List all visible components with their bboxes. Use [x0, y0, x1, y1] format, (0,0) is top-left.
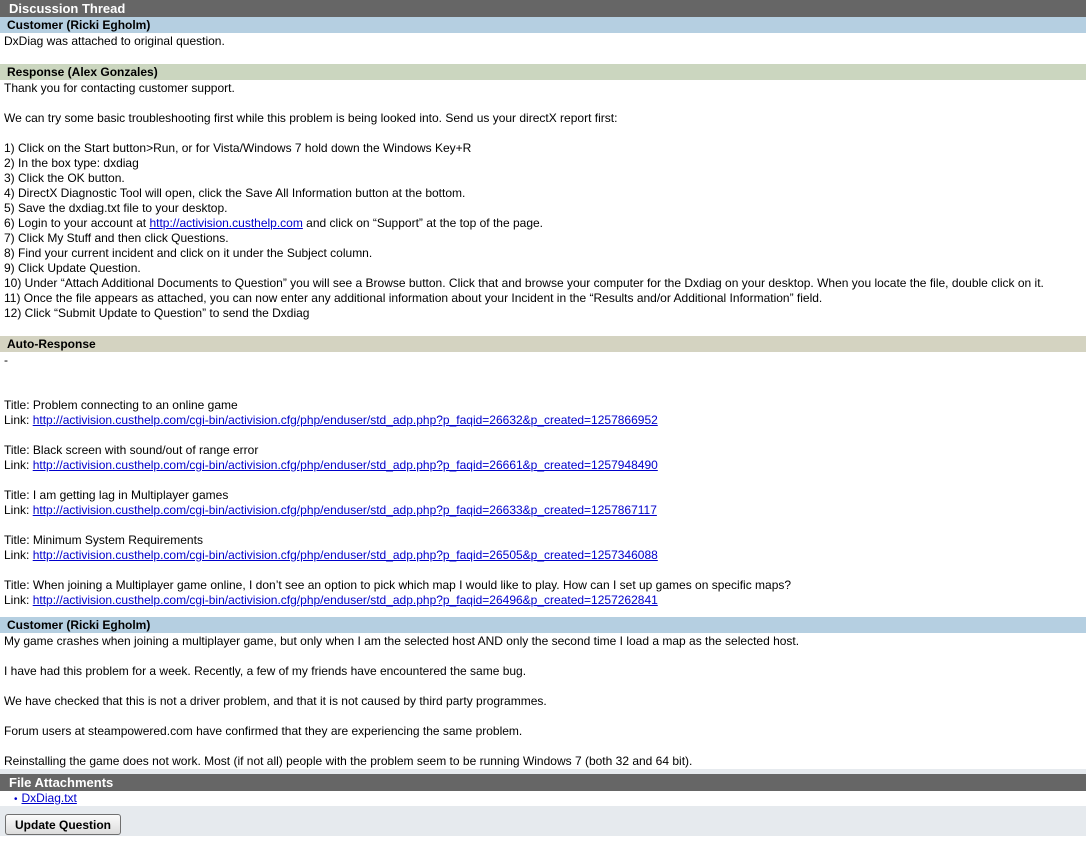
message-line: My game crashes when joining a multiplay…: [4, 634, 800, 648]
step-line: 3) Click the OK button.: [4, 171, 125, 185]
message-line: We can try some basic troubleshooting fi…: [4, 111, 618, 125]
step-line: 11) Once the file appears as attached, y…: [4, 291, 823, 305]
custhelp-link[interactable]: http://activision.custhelp.com: [149, 216, 302, 230]
step-text: and click on “Support” at the top of the…: [302, 216, 543, 230]
link-prefix: Link:: [4, 503, 33, 517]
step-line: 1) Click on the Start button>Run, or for…: [4, 141, 472, 155]
faq-link-line: Link: http://activision.custhelp.com/cgi…: [4, 413, 1082, 428]
link-prefix: Link:: [4, 413, 33, 427]
faq-title: Title: Problem connecting to an online g…: [4, 398, 238, 412]
faq-title: Title: Black screen with sound/out of ra…: [4, 443, 259, 457]
step-line: 8) Find your current incident and click …: [4, 246, 373, 260]
faq-link-line: Link: http://activision.custhelp.com/cgi…: [4, 458, 1082, 473]
footer-bar: Update Question: [0, 806, 1086, 836]
step-line: 4) DirectX Diagnostic Tool will open, cl…: [4, 186, 466, 200]
message-line: Thank you for contacting customer suppor…: [4, 81, 235, 95]
thread-entry-header: Customer (Ricki Egholm): [0, 617, 1086, 633]
thread-entry-header: Customer (Ricki Egholm): [0, 17, 1086, 33]
thread-entry-header: Auto-Response: [0, 336, 1086, 352]
thread-entry-body: - Title: Problem connecting to an online…: [0, 352, 1086, 617]
discussion-thread-header: Discussion Thread: [0, 0, 1086, 17]
file-attachments-header: File Attachments: [0, 774, 1086, 791]
link-prefix: Link:: [4, 548, 33, 562]
message-line: Forum users at steampowered.com have con…: [4, 724, 523, 738]
attachment-link[interactable]: DxDiag.txt: [22, 791, 77, 805]
step-line: 10) Under “Attach Additional Documents t…: [4, 276, 1044, 290]
attachment-item: • DxDiag.txt: [0, 791, 1086, 806]
step-text: 6) Login to your account at: [4, 216, 150, 230]
discussion-page: Discussion Thread Customer (Ricki Egholm…: [0, 0, 1086, 860]
faq-link[interactable]: http://activision.custhelp.com/cgi-bin/a…: [33, 458, 658, 472]
faq-link[interactable]: http://activision.custhelp.com/cgi-bin/a…: [33, 593, 658, 607]
step-line: 12) Click “Submit Update to Question” to…: [4, 306, 310, 320]
message-line: Reinstalling the game does not work. Mos…: [4, 754, 693, 768]
message-line: We have checked that this is not a drive…: [4, 694, 547, 708]
message-line: I have had this problem for a week. Rece…: [4, 664, 527, 678]
faq-title: Title: When joining a Multiplayer game o…: [4, 578, 792, 592]
step-line: 6) Login to your account at http://activ…: [4, 216, 1082, 231]
step-line: 5) Save the dxdiag.txt file to your desk…: [4, 201, 228, 215]
faq-title: Title: Minimum System Requirements: [4, 533, 203, 547]
bullet-icon: •: [14, 794, 18, 805]
message-line: DxDiag was attached to original question…: [4, 34, 225, 48]
faq-link[interactable]: http://activision.custhelp.com/cgi-bin/a…: [33, 413, 658, 427]
message-line: -: [4, 353, 8, 367]
link-prefix: Link:: [4, 458, 33, 472]
thread-entry-body: My game crashes when joining a multiplay…: [0, 633, 1086, 769]
faq-link[interactable]: http://activision.custhelp.com/cgi-bin/a…: [33, 548, 658, 562]
update-question-button[interactable]: Update Question: [5, 814, 122, 835]
link-prefix: Link:: [4, 593, 33, 607]
thread-entry-header: Response (Alex Gonzales): [0, 64, 1086, 80]
faq-title: Title: I am getting lag in Multiplayer g…: [4, 488, 229, 502]
faq-link[interactable]: http://activision.custhelp.com/cgi-bin/a…: [33, 503, 657, 517]
faq-link-line: Link: http://activision.custhelp.com/cgi…: [4, 593, 1082, 608]
faq-link-line: Link: http://activision.custhelp.com/cgi…: [4, 548, 1082, 563]
step-line: 2) In the box type: dxdiag: [4, 156, 139, 170]
thread-entry-body: DxDiag was attached to original question…: [0, 33, 1086, 64]
step-line: 9) Click Update Question.: [4, 261, 141, 275]
step-line: 7) Click My Stuff and then click Questio…: [4, 231, 229, 245]
thread-entry-body: Thank you for contacting customer suppor…: [0, 80, 1086, 336]
faq-link-line: Link: http://activision.custhelp.com/cgi…: [4, 503, 1082, 518]
